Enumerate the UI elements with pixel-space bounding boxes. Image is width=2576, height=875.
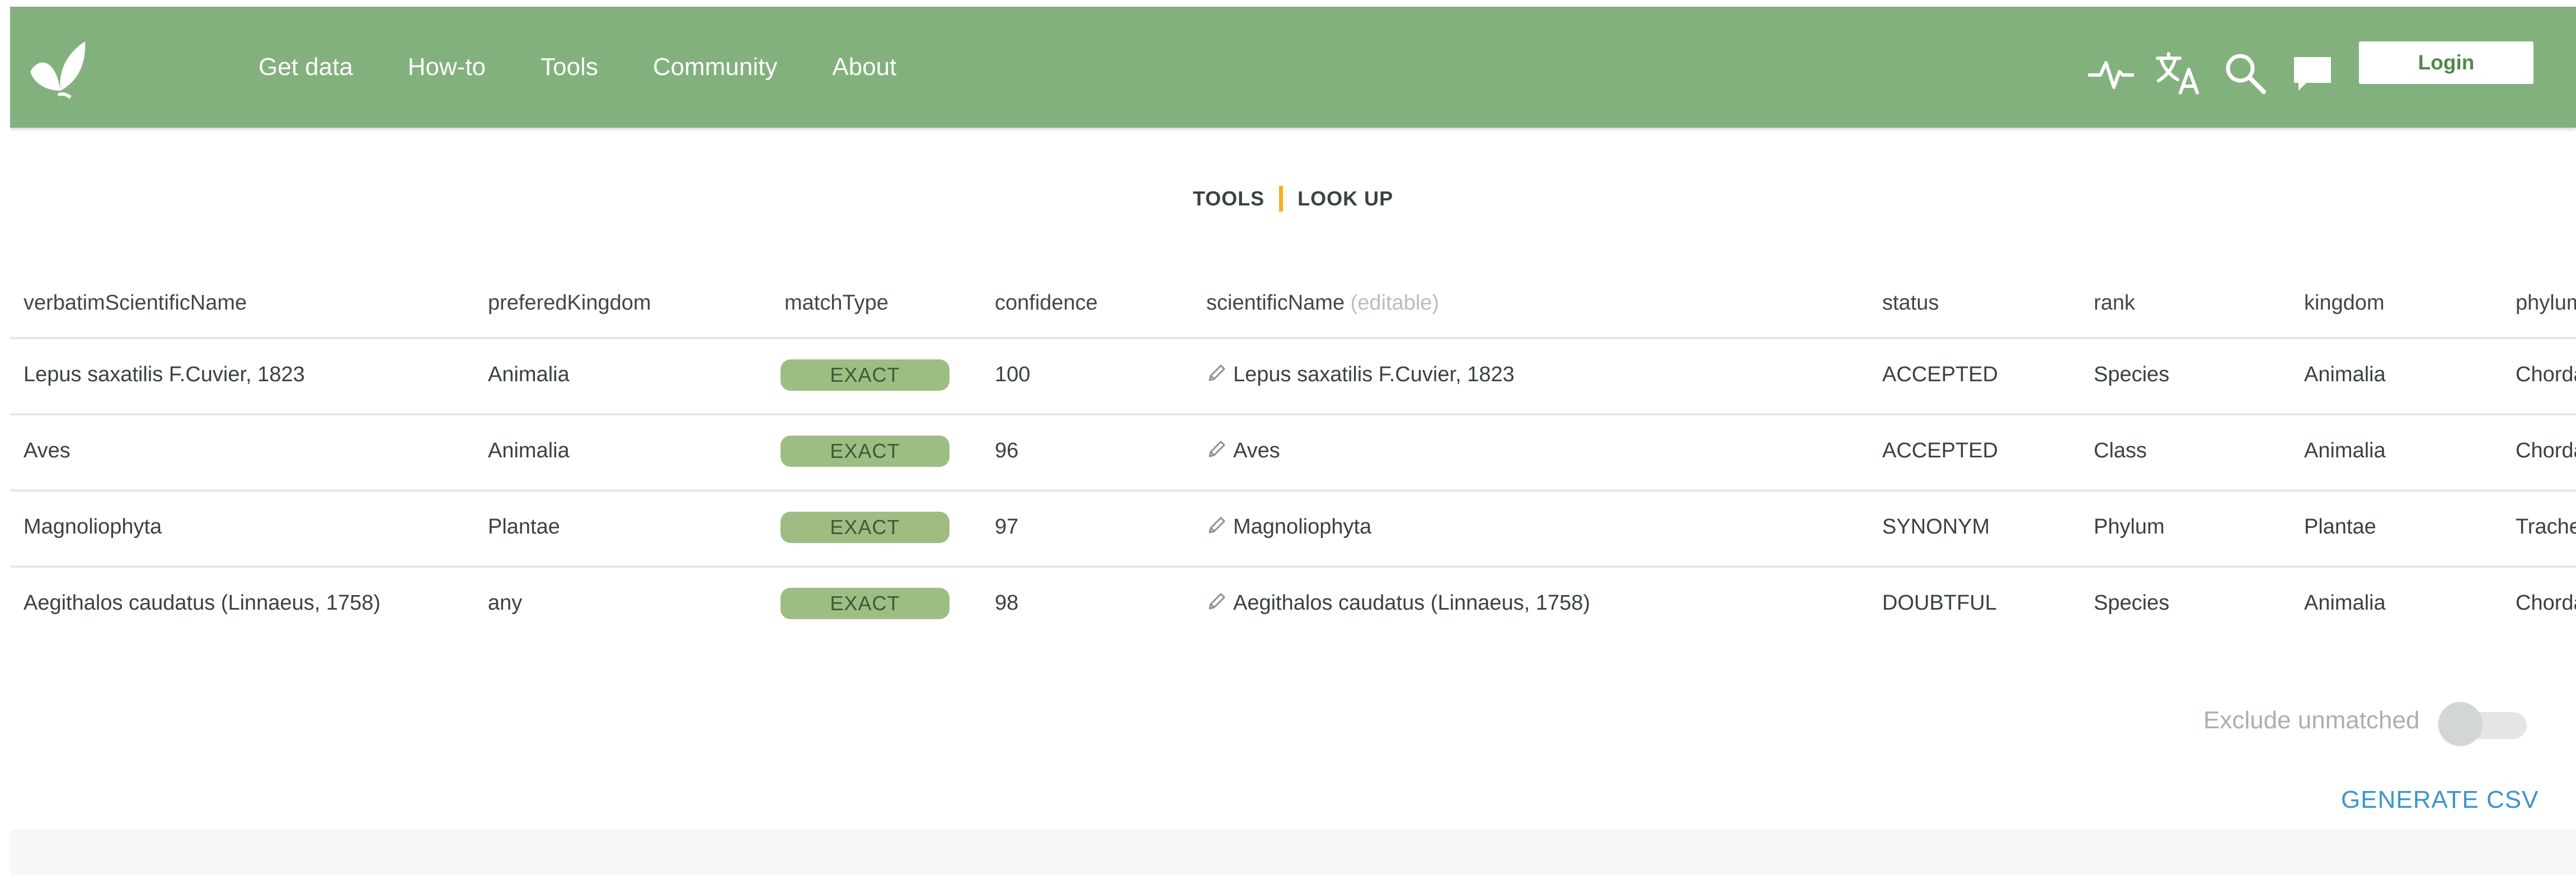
scientific-name-value[interactable]: Aegithalos caudatus (Linnaeus, 1758) xyxy=(1233,591,1590,615)
cell-status: DOUBTFUL xyxy=(1882,591,1997,615)
cell-rank: Class xyxy=(2094,439,2147,462)
cell-rank: Phylum xyxy=(2094,515,2165,539)
cell-phylum-link[interactable]: Tracheophyta xyxy=(2516,515,2576,539)
header-scientific-name: scientificName (editable) xyxy=(1206,291,1439,315)
cell-scientific-name[interactable]: Lepus saxatilis F.Cuvier, 1823 xyxy=(1206,363,1515,387)
table-row: Lepus saxatilis F.Cuvier, 1823 Animalia … xyxy=(10,337,2576,414)
cell-prefered-kingdom: Animalia xyxy=(488,439,570,462)
cell-verbatim: Lepus saxatilis F.Cuvier, 1823 xyxy=(23,363,305,386)
translate-icon[interactable] xyxy=(2155,50,2201,96)
pencil-edit-icon[interactable] xyxy=(1206,363,1226,383)
exclude-unmatched-toggle[interactable] xyxy=(2438,699,2528,749)
table-row: Aegithalos caudatus (Linnaeus, 1758) any… xyxy=(10,565,2576,643)
cell-scientific-name[interactable]: Aegithalos caudatus (Linnaeus, 1758) xyxy=(1206,591,1590,615)
cell-verbatim: Aegithalos caudatus (Linnaeus, 1758) xyxy=(23,591,381,615)
header-match-type: matchType xyxy=(784,291,889,315)
breadcrumb-lookup: LOOK UP xyxy=(1298,187,1394,210)
cell-prefered-kingdom: Plantae xyxy=(488,515,560,539)
cell-kingdom-link[interactable]: Animalia xyxy=(2304,591,2386,615)
match-type-badge: EXACT xyxy=(781,359,949,391)
cell-confidence: 97 xyxy=(995,515,1019,539)
breadcrumb-separator xyxy=(1279,186,1284,212)
header-scientific-name-label: scientificName xyxy=(1206,291,1345,315)
cell-confidence: 98 xyxy=(995,591,1019,615)
cell-status: ACCEPTED xyxy=(1882,439,1998,462)
cell-confidence: 100 xyxy=(995,363,1031,386)
activity-pulse-icon[interactable] xyxy=(2088,50,2134,96)
cell-kingdom-link[interactable]: Animalia xyxy=(2304,439,2386,463)
cell-prefered-kingdom: Animalia xyxy=(488,363,570,386)
header-prefered-kingdom: preferedKingdom xyxy=(488,291,651,315)
footer-strip xyxy=(10,830,2576,875)
nav-get-data[interactable]: Get data xyxy=(258,53,353,81)
nav-community[interactable]: Community xyxy=(653,53,778,81)
breadcrumb-tools[interactable]: TOOLS xyxy=(1193,187,1265,210)
search-icon[interactable] xyxy=(2222,50,2268,96)
cell-verbatim: Magnoliophyta xyxy=(23,515,162,539)
header-editable-note: (editable) xyxy=(1350,291,1440,315)
pencil-edit-icon[interactable] xyxy=(1206,592,1226,612)
cell-status: SYNONYM xyxy=(1882,515,1990,539)
cell-phylum-link[interactable]: Chordata xyxy=(2516,439,2576,463)
nav-how-to[interactable]: How-to xyxy=(408,53,486,81)
exclude-unmatched-label: Exclude unmatched xyxy=(2203,706,2420,734)
scientific-name-value[interactable]: Aves xyxy=(1233,439,1280,462)
cell-phylum-link[interactable]: Chordata xyxy=(2516,591,2576,615)
cell-rank: Species xyxy=(2094,591,2170,615)
main-nav: Get data How-to Tools Community About xyxy=(258,7,896,128)
pencil-edit-icon[interactable] xyxy=(1206,516,1226,536)
page-frame: Get data How-to Tools Community About Lo… xyxy=(10,7,2576,875)
header-status: status xyxy=(1882,291,1939,315)
scientific-name-value[interactable]: Magnoliophyta xyxy=(1233,515,1371,539)
cell-prefered-kingdom: any xyxy=(488,591,523,615)
login-button[interactable]: Login xyxy=(2359,41,2533,84)
cell-verbatim: Aves xyxy=(23,439,70,462)
match-type-badge: EXACT xyxy=(781,512,949,543)
header-verbatim-scientific-name: verbatimScientificName xyxy=(23,291,247,315)
nav-tools[interactable]: Tools xyxy=(540,53,598,81)
header-kingdom: kingdom xyxy=(2304,291,2385,315)
cell-kingdom-link[interactable]: Plantae xyxy=(2304,515,2376,539)
match-type-badge: EXACT xyxy=(781,436,949,467)
toggle-knob[interactable] xyxy=(2438,702,2482,746)
header-rank: rank xyxy=(2094,291,2135,315)
cell-rank: Species xyxy=(2094,363,2170,386)
scientific-name-value[interactable]: Lepus saxatilis F.Cuvier, 1823 xyxy=(1233,363,1515,386)
breadcrumb: TOOLS LOOK UP xyxy=(10,186,2576,212)
top-navigation-bar: Get data How-to Tools Community About Lo… xyxy=(10,7,2576,128)
leaf-logo-icon[interactable] xyxy=(27,39,88,101)
chat-bubble-icon[interactable] xyxy=(2290,50,2335,96)
cell-scientific-name[interactable]: Aves xyxy=(1206,439,1280,463)
generate-csv-button[interactable]: GENERATE CSV xyxy=(2341,786,2539,814)
table-row: Aves Animalia EXACT 96 Aves ACCEPTED Cla… xyxy=(10,413,2576,490)
table-row: Magnoliophyta Plantae EXACT 97 Magnoliop… xyxy=(10,489,2576,567)
header-confidence: confidence xyxy=(995,291,1098,315)
cell-confidence: 96 xyxy=(995,439,1019,462)
pencil-edit-icon[interactable] xyxy=(1206,439,1226,460)
header-phylum: phylum xyxy=(2516,291,2576,315)
match-type-badge: EXACT xyxy=(781,588,949,619)
nav-about[interactable]: About xyxy=(832,53,896,81)
cell-kingdom-link[interactable]: Animalia xyxy=(2304,363,2386,387)
cell-scientific-name[interactable]: Magnoliophyta xyxy=(1206,515,1371,539)
cell-status: ACCEPTED xyxy=(1882,363,1998,386)
cell-phylum-link[interactable]: Chordata xyxy=(2516,363,2576,387)
